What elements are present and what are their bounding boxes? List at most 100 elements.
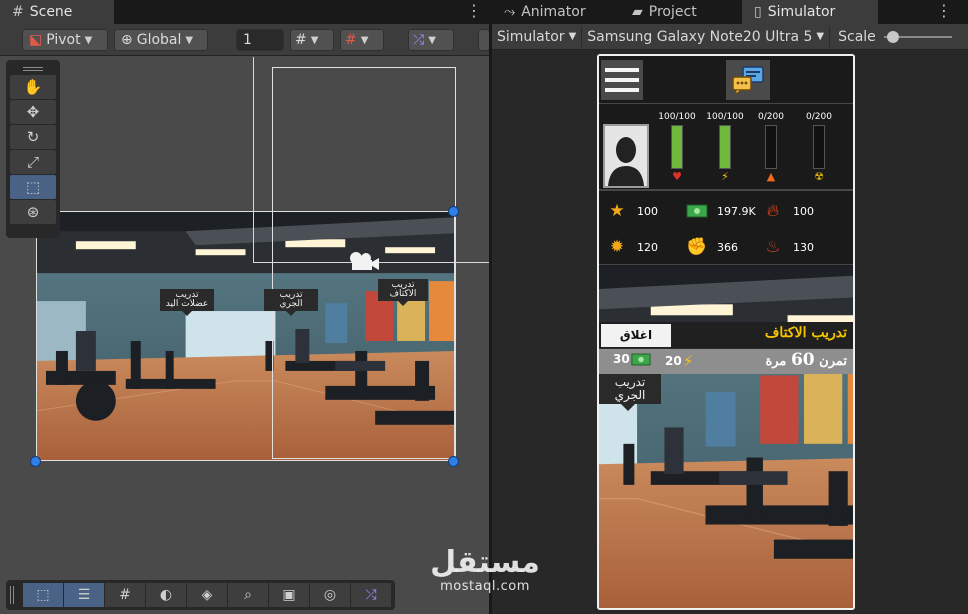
resource-brain-value: 120 xyxy=(637,240,658,254)
tab-simulator-label: Simulator xyxy=(767,4,836,20)
brain-icon: ✹ xyxy=(609,237,625,257)
camera-overlay-icon[interactable]: ▣ xyxy=(269,583,309,607)
device-screen[interactable]: 100/100 ♥ 100/100 ⚡ 0/200 ▲ 0/200 ☢ ★ 10… xyxy=(599,56,853,608)
scale-tool-icon[interactable]: ⤢ xyxy=(10,150,56,174)
scene-tab-bar: # Scene xyxy=(0,0,489,24)
energy-icon: ⚡ xyxy=(682,352,694,370)
chat-button[interactable] xyxy=(726,60,770,100)
chevron-down-icon: ▼ xyxy=(816,31,825,42)
grid-snap-dropdown[interactable]: # ▼ xyxy=(290,29,334,51)
camera-icon[interactable] xyxy=(346,250,380,272)
global-label: Global xyxy=(136,32,182,48)
chevron-down-icon: ▼ xyxy=(84,34,93,46)
simulator-toolbar: Simulator ▼ Samsung Galaxy Note20 Ultra … xyxy=(492,24,968,50)
training-title: تدريب الاكتاف xyxy=(764,325,847,341)
tool-settings-icon[interactable]: ☰ xyxy=(64,583,104,607)
grid-size-value: 1 xyxy=(243,32,252,48)
chevron-down-icon: ▼ xyxy=(360,34,369,46)
tab-animator-label: Animator xyxy=(521,4,586,20)
gizmo-dropdown[interactable]: ⤮ ▼ xyxy=(408,29,454,51)
chevron-down-icon: ▼ xyxy=(568,31,577,42)
tab-scene-label: Scene xyxy=(29,4,73,20)
layers-icon[interactable]: ◈ xyxy=(187,583,227,607)
rect-handle-bottom-left[interactable] xyxy=(30,456,41,467)
health-tube xyxy=(671,125,683,169)
simulator-mode-dropdown[interactable]: Simulator ▼ xyxy=(492,25,583,48)
global-dropdown[interactable]: ⊕ Global ▼ xyxy=(114,29,208,51)
fire-bar: 0/200 ▲ xyxy=(749,112,793,184)
tab-scene[interactable]: # Scene xyxy=(0,0,114,24)
watermark-arabic: مستقل xyxy=(430,545,540,580)
gym-view[interactable] xyxy=(599,266,853,608)
scene-more-icon[interactable]: ⋮ xyxy=(466,0,482,24)
palette-grip[interactable] xyxy=(9,64,57,74)
scene-overflow[interactable] xyxy=(478,29,489,51)
scene-panel: ⬕ Pivot ▼ ⊕ Global ▼ 1 # ▼ # ▼ ⤮ ▼ تدريب… xyxy=(0,24,489,614)
scene-label-arm-training: تدريب عضلات اليد xyxy=(160,289,214,311)
transform-tool-icon[interactable]: ⊛ xyxy=(10,200,56,224)
resource-muscle: ✊ 366 xyxy=(685,236,738,258)
resource-meat: ♨ 130 xyxy=(761,236,814,258)
pivot-icon: ⬕ xyxy=(29,32,43,48)
fire-icon: 🔥︎ xyxy=(766,201,780,221)
search-icon[interactable]: ⌕ xyxy=(228,583,268,607)
tab-animator[interactable]: ⤳ Animator xyxy=(492,0,620,24)
reps-text: تمرن 60 مرة xyxy=(765,350,847,370)
rotate-tool-icon[interactable]: ↻ xyxy=(10,125,56,149)
shading-icon[interactable]: ◐ xyxy=(146,583,186,607)
scene-label-running-training: تدريب الجري xyxy=(264,289,318,311)
rect-tool-icon[interactable]: ⬚ xyxy=(10,175,56,199)
phone-icon: ▯ xyxy=(754,4,762,20)
hand-tool-icon[interactable]: ✋ xyxy=(10,75,56,99)
hamburger-menu-icon[interactable] xyxy=(601,60,643,100)
energy-bar: 100/100 ⚡ xyxy=(703,112,747,184)
energy-icon: ⚡ xyxy=(721,170,729,183)
globe-icon: ⊕ xyxy=(121,32,133,48)
chevron-down-icon: ▼ xyxy=(310,34,319,46)
simulator-more-icon[interactable]: ⋮ xyxy=(936,0,952,24)
scale-slider-thumb[interactable] xyxy=(886,30,899,43)
avatar[interactable] xyxy=(603,124,649,188)
running-training-label[interactable]: تدريب الجري xyxy=(599,374,661,404)
grid-overlay-icon[interactable]: # xyxy=(105,583,145,607)
money-cost: 30 xyxy=(613,352,651,366)
fire-tube xyxy=(765,125,777,169)
scale-slider[interactable] xyxy=(883,30,952,43)
grid-size-field[interactable]: 1 xyxy=(236,29,284,51)
resource-muscle-value: 366 xyxy=(717,240,738,254)
grid-snap-icon: # xyxy=(295,32,307,48)
resource-cash-value: 197.9K xyxy=(717,204,756,218)
tab-simulator[interactable]: ▯ Simulator xyxy=(742,0,878,24)
watermark: مستقل mostaql.com xyxy=(420,546,550,606)
compass-icon[interactable]: ◎ xyxy=(310,583,350,607)
increment-snap-dropdown[interactable]: # ▼ xyxy=(340,29,384,51)
rect-handle-bottom-right[interactable] xyxy=(448,456,459,467)
chevron-down-icon: ▼ xyxy=(185,34,194,46)
reps-suffix: مرة xyxy=(765,354,787,369)
simulator-mode-label: Simulator xyxy=(497,28,565,45)
resource-fire-value: 100 xyxy=(793,204,814,218)
cash-icon xyxy=(631,353,651,365)
resource-fire: 🔥︎ 100 xyxy=(761,200,814,222)
right-tab-bar: ⤳ Animator ▰ Project ▯ Simulator xyxy=(492,0,968,24)
reps-prefix: تمرن xyxy=(819,354,847,369)
simulator-panel: Simulator ▼ Samsung Galaxy Note20 Ultra … xyxy=(492,24,968,614)
folder-icon: ▰ xyxy=(632,4,643,20)
resource-meat-value: 130 xyxy=(793,240,814,254)
move-tool-icon[interactable]: ✥ xyxy=(10,100,56,124)
pivot-dropdown[interactable]: ⬕ Pivot ▼ xyxy=(22,29,108,51)
star-icon: ★ xyxy=(609,201,625,221)
close-button[interactable]: اغلاق xyxy=(601,324,671,347)
tab-project[interactable]: ▰ Project xyxy=(620,0,742,24)
shuffle-overlay-icon[interactable]: ⤮ xyxy=(351,583,391,607)
overlay-grip[interactable] xyxy=(10,586,16,604)
user-silhouette-icon xyxy=(608,137,644,186)
rect-overlay-icon[interactable]: ⬚ xyxy=(23,583,63,607)
rect-handle-top-right[interactable] xyxy=(448,206,459,217)
scene-view[interactable]: تدريب عضلات اليد تدريب الجري تدريب الاكت… xyxy=(0,57,489,614)
device-dropdown[interactable]: Samsung Galaxy Note20 Ultra 5 ▼ xyxy=(582,25,831,48)
overlay-toolbar: ⬚ ☰ # ◐ ◈ ⌕ ▣ ◎ ⤮ xyxy=(6,580,395,610)
scene-toolbar: ⬕ Pivot ▼ ⊕ Global ▼ 1 # ▼ # ▼ ⤮ ▼ xyxy=(0,24,489,56)
reps-number: 60 xyxy=(790,350,815,370)
scale-label: Scale xyxy=(838,28,876,45)
